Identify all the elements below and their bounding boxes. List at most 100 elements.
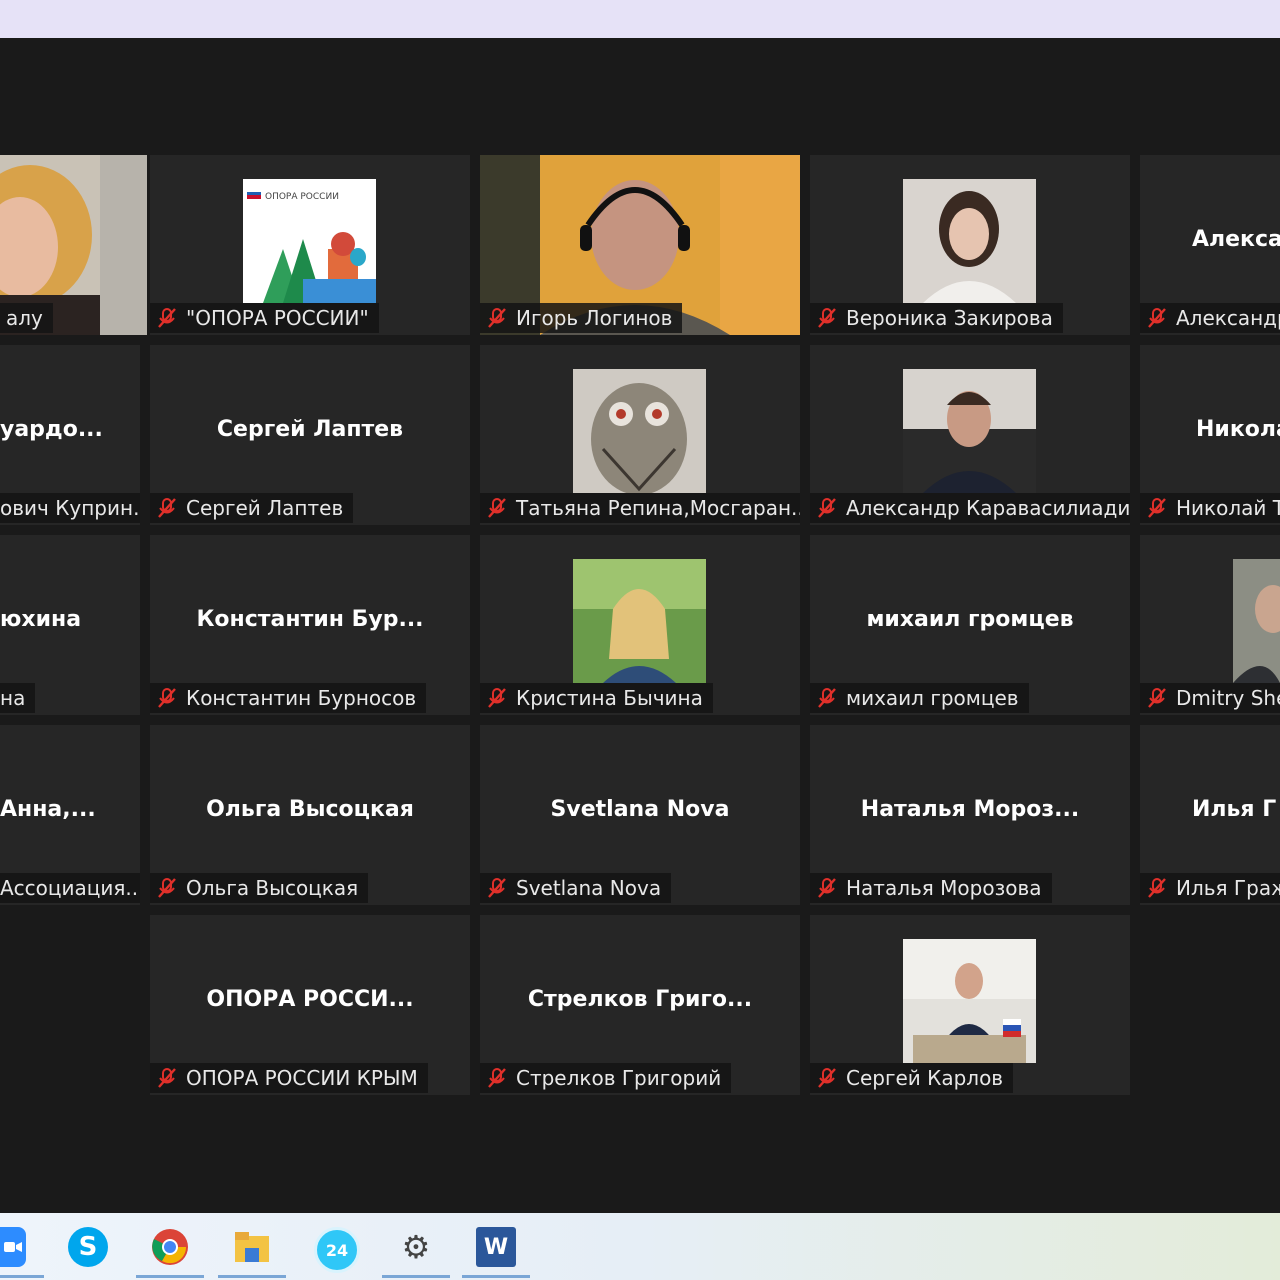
participant-name-large: уардо... [0, 417, 103, 442]
participant-tile[interactable]: Svetlana Nova Svetlana Nova [480, 725, 800, 905]
participant-photo [903, 369, 1036, 493]
muted-mic-icon [1148, 878, 1166, 898]
participant-name-label: Стрелков Григорий [480, 1063, 732, 1093]
participant-name-large: юхина [0, 607, 82, 632]
file-explorer-icon[interactable] [232, 1227, 272, 1267]
participant-name-large: Ольга Высоцкая [206, 797, 414, 822]
participant-name-label: Александр Каравасилиади [810, 493, 1130, 523]
participant-name-label: Татьяна Репина,Мосгаран... [480, 493, 800, 523]
participant-tile[interactable]: Наталья Мороз... Наталья Морозова [810, 725, 1130, 905]
chrome-icon[interactable] [150, 1227, 190, 1267]
participant-name-label: Константин Бурносов [150, 683, 427, 713]
participant-tile[interactable]: Dmitry She [1140, 535, 1280, 715]
muted-mic-icon [158, 1068, 176, 1088]
muted-mic-icon [818, 688, 836, 708]
bitrix24-icon[interactable]: 24 [314, 1227, 360, 1273]
muted-mic-icon [1148, 308, 1166, 328]
participant-tile[interactable]: юхина на [0, 535, 140, 715]
muted-mic-icon [818, 878, 836, 898]
muted-mic-icon [488, 688, 506, 708]
participant-name-large: ОПОРА РОССИ... [206, 987, 414, 1012]
window-top-bar [0, 0, 1280, 38]
participant-photo [573, 559, 706, 683]
participant-tile[interactable]: Вероника Закирова [810, 155, 1130, 335]
participant-name-label: Александр [1140, 303, 1280, 333]
participant-name-label: Dmitry She [1140, 683, 1280, 713]
participant-photo [903, 939, 1036, 1063]
participant-name-label: Сергей Карлов [810, 1063, 1014, 1093]
muted-mic-icon [818, 1068, 836, 1088]
muted-mic-icon [818, 498, 836, 518]
participant-tile[interactable]: ОПОРА РОССИИ "ОПОРА РОССИИ" [150, 155, 470, 335]
participant-name-large: Константин Бур... [196, 607, 424, 632]
explorer-active-indicator [218, 1275, 286, 1278]
participant-name-large: Наталья Мороз... [860, 797, 1080, 822]
participant-tile[interactable]: Никола Николай Т [1140, 345, 1280, 525]
word-active-indicator [462, 1275, 530, 1278]
participant-tile[interactable]: Стрелков Григо... Стрелков Григорий [480, 915, 800, 1095]
participant-name-large: Анна,... [0, 797, 96, 822]
participant-tile-active-speaker[interactable]: алу [0, 155, 147, 335]
settings-gear-icon[interactable]: ⚙ [396, 1227, 436, 1267]
skype-icon[interactable]: S [68, 1227, 108, 1267]
participant-name-large: Сергей Лаптев [216, 417, 404, 442]
muted-mic-icon [1148, 688, 1166, 708]
opora-rossii-logo: ОПОРА РОССИИ [243, 179, 376, 303]
participant-photo [1233, 559, 1280, 683]
svg-text:ОПОРА РОССИИ: ОПОРА РОССИИ [265, 192, 339, 202]
participant-name-large: Алекса [1192, 227, 1280, 252]
muted-mic-icon [488, 498, 506, 518]
muted-mic-icon [818, 308, 836, 328]
participant-photo [903, 179, 1036, 303]
participant-name-label: Ольга Высоцкая [150, 873, 369, 903]
participant-name-label: Кристина Бычина [480, 683, 713, 713]
participant-name-large: Стрелков Григо... [527, 987, 753, 1012]
owl-painting-photo [573, 369, 706, 493]
participant-name-large: Svetlana Nova [550, 797, 730, 822]
participant-name-label: ОПОРА РОССИИ КРЫМ [150, 1063, 428, 1093]
zoom-active-indicator [0, 1275, 44, 1278]
participant-tile[interactable]: Константин Бур... Константин Бурносов [150, 535, 470, 715]
participant-name-label: ович Куприн... [0, 493, 140, 523]
participant-tile[interactable]: ОПОРА РОССИ... ОПОРА РОССИИ КРЫМ [150, 915, 470, 1095]
participant-name-large: Илья Г [1192, 797, 1277, 822]
participant-tile[interactable]: Илья Г Илья Граж [1140, 725, 1280, 905]
settings-active-indicator [382, 1275, 450, 1278]
participant-name-label: "ОПОРА РОССИИ" [150, 303, 379, 333]
muted-mic-icon [488, 308, 506, 328]
participant-tile[interactable]: Сергей Лаптев Сергей Лаптев [150, 345, 470, 525]
participant-name-label: алу [0, 303, 53, 333]
participant-tile[interactable]: Татьяна Репина,Мосгаран... [480, 345, 800, 525]
muted-mic-icon [488, 878, 506, 898]
participant-tile[interactable]: Анна,... Ассоциация... [0, 725, 140, 905]
participant-name-label: михаил громцев [810, 683, 1029, 713]
participant-name-label: Игорь Логинов [480, 303, 683, 333]
muted-mic-icon [1148, 498, 1166, 518]
participant-name-label: Николай Т [1140, 493, 1280, 523]
participant-tile[interactable]: михаил громцев михаил громцев [810, 535, 1130, 715]
muted-mic-icon [158, 688, 176, 708]
participant-tile[interactable]: уардо... ович Куприн... [0, 345, 140, 525]
participant-tile[interactable]: Александр Каравасилиади [810, 345, 1130, 525]
muted-mic-icon [488, 1068, 506, 1088]
participant-name-large: михаил громцев [866, 607, 1074, 632]
windows-taskbar: S 24 ⚙ W [0, 1213, 1280, 1280]
participant-name-large: Никола [1196, 417, 1280, 442]
participant-tile[interactable]: Ольга Высоцкая Ольга Высоцкая [150, 725, 470, 905]
participant-name-label: Вероника Закирова [810, 303, 1063, 333]
participant-tile[interactable]: Сергей Карлов [810, 915, 1130, 1095]
participant-name-label: на [0, 683, 36, 713]
participant-tile[interactable]: Игорь Логинов [480, 155, 800, 335]
chrome-active-indicator [136, 1275, 204, 1278]
word-icon[interactable]: W [476, 1227, 516, 1267]
participant-name-label: Илья Граж [1140, 873, 1280, 903]
participant-name-label: Сергей Лаптев [150, 493, 354, 523]
gallery-view: алу ОПОРА РОССИИ "ОПОРА РОССИИ" Игорь Ло… [0, 38, 1280, 1213]
muted-mic-icon [158, 308, 176, 328]
participant-name-label: Наталья Морозова [810, 873, 1052, 903]
participant-tile[interactable]: Кристина Бычина [480, 535, 800, 715]
zoom-icon[interactable] [0, 1227, 26, 1267]
participant-name-label: Svetlana Nova [480, 873, 672, 903]
muted-mic-icon [158, 498, 176, 518]
participant-tile[interactable]: Алекса Александр [1140, 155, 1280, 335]
